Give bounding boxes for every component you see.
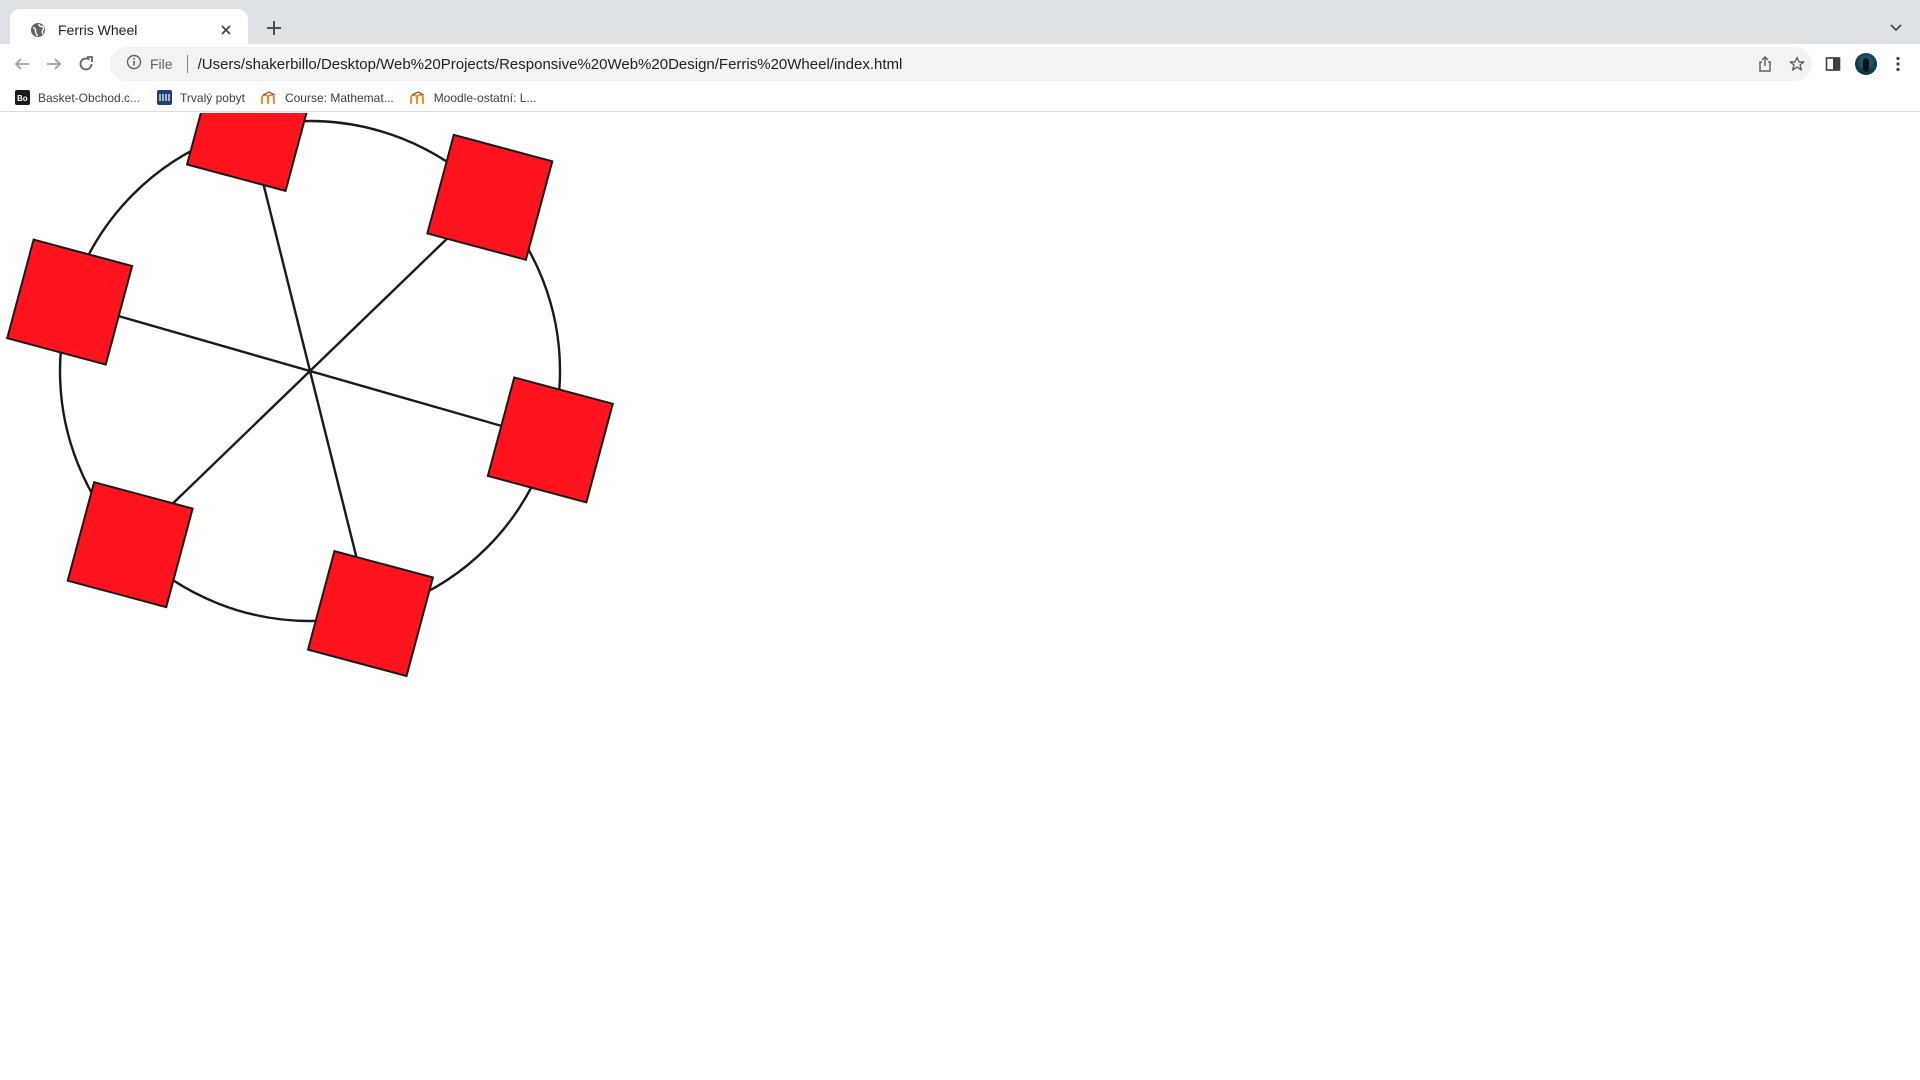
ferris-wheel [5,113,615,678]
browser-toolbar: File /Users/shakerbillo/Desktop/Web%20Pr… [0,44,1920,84]
tab-title: Ferris Wheel [58,21,138,38]
bookmark-label: Basket-Obchod.c... [38,90,141,105]
omnibox-divider [186,55,188,73]
bookmark-basket[interactable]: Bo Basket-Obchod.c... [8,86,148,110]
wheel-spoke [69,300,551,442]
url-text[interactable]: /Users/shakerbillo/Desktop/Web%20Project… [198,56,903,73]
address-bar[interactable]: File /Users/shakerbillo/Desktop/Web%20Pr… [110,47,1812,81]
tab-strip: Ferris Wheel [0,0,1920,50]
bookmarks-bar: Bo Basket-Obchod.c... Trvalý pobyt Cours… [0,84,1920,112]
bookmark-label: Trvalý pobyt [180,90,245,105]
bookmark-star-icon[interactable] [1784,51,1810,77]
wheel-cabin [185,113,314,193]
bookmark-label: Course: Mathemat... [284,90,394,105]
bo-logo-icon: Bo [14,90,30,106]
site-info-label: File [150,56,173,72]
back-arrow-icon[interactable] [6,48,38,80]
page-content [0,113,1920,1080]
forward-arrow-icon[interactable] [38,48,70,80]
wheel-cabin [5,238,134,366]
avatar [1855,53,1877,75]
bookmark-trvaly-pobyt[interactable]: Trvalý pobyt [150,86,253,110]
mvcr-logo-icon [156,90,172,106]
bookmark-moodle-ostatni[interactable]: Moodle-ostatní: L... [404,86,545,110]
tab-search-chevron-icon[interactable] [1882,14,1910,42]
globe-icon [30,22,46,38]
moodle-icon [261,90,277,106]
profile-avatar[interactable] [1850,48,1882,80]
wheel-cabin [306,549,435,678]
share-icon[interactable] [1752,51,1778,77]
side-panel-icon[interactable] [1817,48,1849,80]
moodle-icon [409,90,426,106]
wheel-cabin [486,376,615,504]
svg-text:Bo: Bo [17,94,28,103]
tab-close-icon[interactable] [216,20,236,40]
info-icon [126,54,142,75]
reload-icon[interactable] [70,48,102,80]
bookmark-course-mathematics[interactable]: Course: Mathemat... [255,86,402,110]
new-tab-button[interactable] [260,14,288,42]
more-menu-icon[interactable] [1882,48,1914,80]
site-info-button[interactable]: File [118,51,181,77]
bookmark-label: Moodle-ostatní: L... [433,90,537,105]
